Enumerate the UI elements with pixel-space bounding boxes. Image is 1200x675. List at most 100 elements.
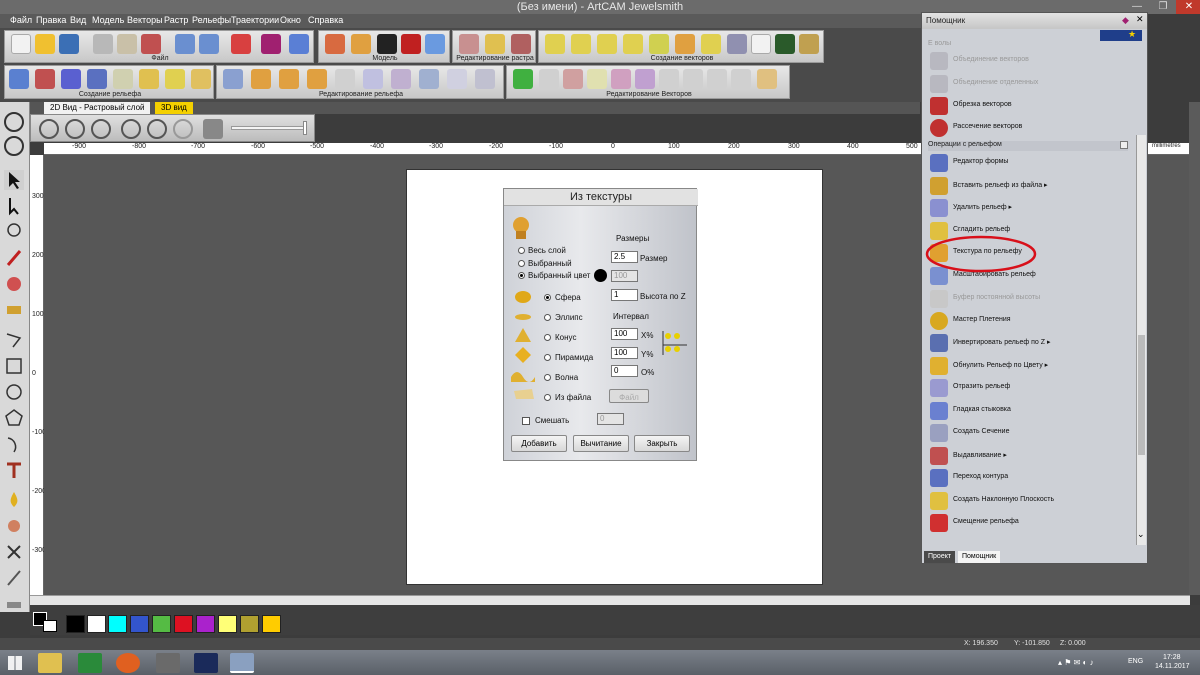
palette-tool-icon[interactable] [4, 594, 24, 614]
save-icon[interactable] [59, 34, 79, 54]
vector-edit-icon-3[interactable] [563, 69, 583, 89]
clock-date[interactable]: 14.11.2017 [1155, 663, 1190, 670]
radio-selected[interactable] [518, 260, 525, 267]
zoom-in-icon[interactable] [39, 119, 59, 139]
menu-raster[interactable]: Растр [164, 15, 188, 25]
relief-edit-icon-4[interactable] [307, 69, 327, 89]
vector-edit-icon-9[interactable] [707, 69, 727, 89]
size-input[interactable]: 2.5 [611, 251, 638, 263]
helper-item[interactable]: Редактор формы [930, 153, 1130, 173]
paint-icon[interactable] [4, 274, 24, 294]
radio-pyramid[interactable] [544, 354, 551, 361]
clock-time[interactable]: 17:28 [1163, 654, 1181, 661]
relief-edit-icon-8[interactable] [419, 69, 439, 89]
start-icon[interactable] [8, 656, 22, 670]
vector-icon-2[interactable] [571, 34, 591, 54]
y-percent-input[interactable]: 100 [611, 347, 638, 359]
relief-edit-icon-3[interactable] [279, 69, 299, 89]
firefox-icon[interactable] [116, 653, 140, 673]
raster-icon-1[interactable] [459, 34, 479, 54]
vector-edit-icon-4[interactable] [587, 69, 607, 89]
helper-item[interactable]: Обрезка векторов [930, 96, 1130, 116]
grid-icon[interactable] [4, 136, 24, 156]
relief-icon-2[interactable] [35, 69, 55, 89]
helper-item[interactable]: Вставить рельеф из файла ▸ [930, 176, 1130, 196]
helper-item[interactable]: Объединение векторов [930, 51, 1130, 71]
add-button[interactable]: Добавить [511, 435, 567, 452]
menu-model[interactable]: Модель [92, 15, 124, 25]
undo-icon[interactable] [175, 34, 195, 54]
vector-edit-icon-8[interactable] [683, 69, 703, 89]
tools-icon[interactable] [4, 542, 24, 562]
menu-view[interactable]: Вид [70, 15, 86, 25]
vector-icon-10[interactable] [775, 34, 795, 54]
mix-checkbox[interactable] [522, 417, 530, 425]
raster-icon-3[interactable] [511, 34, 531, 54]
relief-icon-4[interactable] [87, 69, 107, 89]
model-icon-1[interactable] [325, 34, 345, 54]
vertical-scrollbar[interactable] [1189, 102, 1200, 595]
helper-item[interactable]: Гладкая стыковка [930, 401, 1130, 421]
radio-whole-layer[interactable] [518, 247, 525, 254]
helper-scroll-thumb[interactable] [1138, 335, 1145, 455]
star-icon[interactable] [61, 69, 81, 89]
palette-swatch[interactable] [262, 615, 281, 633]
palette-swatch[interactable] [174, 615, 193, 633]
helper-item[interactable]: Удалить рельеф ▸ [930, 198, 1130, 218]
knife-icon[interactable] [4, 568, 24, 588]
palette-swatch[interactable] [196, 615, 215, 633]
relief-edit-icon-5[interactable] [335, 69, 355, 89]
radio-selected-color[interactable] [518, 272, 525, 279]
select-arrow-icon[interactable] [4, 170, 24, 190]
menu-reliefs[interactable]: Рельефы [192, 15, 231, 25]
maximize-button[interactable]: ❐ [1150, 0, 1176, 14]
model-icon-4[interactable] [401, 34, 421, 54]
zoom-view-icon[interactable] [4, 112, 24, 132]
zoom-reset-icon[interactable] [121, 119, 141, 139]
vector-edit-icon-6[interactable] [635, 69, 655, 89]
model-icon-2[interactable] [351, 34, 371, 54]
menu-help[interactable]: Справка [308, 15, 343, 25]
palette-swatch[interactable] [87, 615, 106, 633]
subtract-button[interactable]: Вычитание [573, 435, 629, 452]
vector-icon-9[interactable] [751, 34, 771, 54]
relief-edit-icon-7[interactable] [391, 69, 411, 89]
vector-edit-icon-1[interactable] [513, 69, 533, 89]
sculpt-icon[interactable] [4, 516, 24, 536]
new-file-icon[interactable] [11, 34, 31, 54]
secondary-color-swatch[interactable] [43, 620, 57, 632]
cut-icon[interactable] [93, 34, 113, 54]
relief-edit-icon-1[interactable] [223, 69, 243, 89]
helper-item[interactable]: Объединение отделенных [930, 74, 1130, 94]
menu-window[interactable]: Окно [280, 15, 301, 25]
vector-edit-icon-10[interactable] [731, 69, 751, 89]
vector-icon-11[interactable] [799, 34, 819, 54]
palette-swatch[interactable] [152, 615, 171, 633]
helper-item[interactable]: Выдавливание ▸ [930, 446, 1130, 466]
rectangle-icon[interactable] [4, 356, 24, 376]
tab-project[interactable]: Проект [924, 551, 956, 563]
open-folder-icon[interactable] [35, 34, 55, 54]
relief-edit-icon-2[interactable] [251, 69, 271, 89]
section-collapse-icon[interactable] [1120, 141, 1128, 149]
helper-item[interactable]: Смещение рельефа [930, 513, 1130, 533]
palette-swatch[interactable] [130, 615, 149, 633]
vector-icon-8[interactable] [727, 34, 747, 54]
vector-icon-7[interactable] [701, 34, 721, 54]
helper-item[interactable]: Создать Сечение [930, 423, 1130, 443]
relief-edit-icon-6[interactable] [363, 69, 383, 89]
relief-edit-icon-9[interactable] [447, 69, 467, 89]
helper-item[interactable]: Мастер Плетения [930, 311, 1130, 331]
zoom-slider[interactable] [231, 126, 307, 130]
helper-item[interactable]: Создать Наклонную Плоскость [930, 491, 1130, 511]
tab-helper[interactable]: Помощник [958, 551, 1001, 563]
relief-icon-1[interactable] [9, 69, 29, 89]
paste-icon[interactable] [141, 34, 161, 54]
app-icon[interactable] [156, 653, 180, 673]
vector-icon-1[interactable] [545, 34, 565, 54]
photoshop-icon[interactable] [194, 653, 218, 673]
vector-icon-6[interactable] [675, 34, 695, 54]
helper-item[interactable]: Буфер постоянной высоты [930, 289, 1130, 309]
helper-scrollbar[interactable] [1136, 135, 1146, 545]
language-indicator[interactable]: ENG [1128, 658, 1143, 665]
